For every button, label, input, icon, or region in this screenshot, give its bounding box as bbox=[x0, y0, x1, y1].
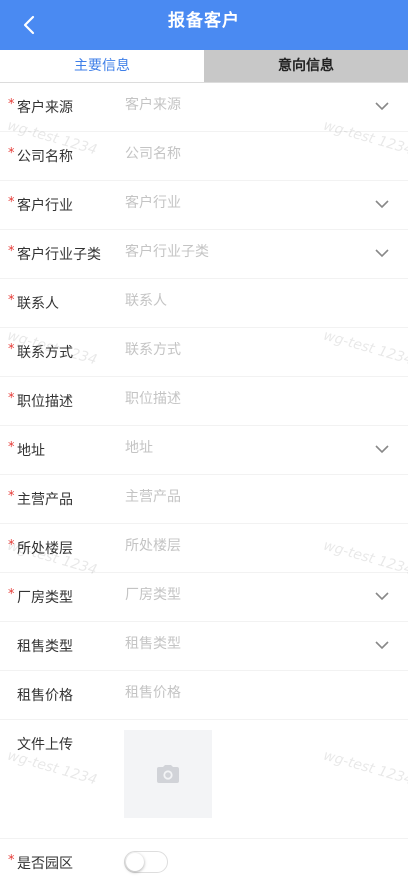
required-mark: * bbox=[8, 587, 15, 602]
floor-input[interactable] bbox=[125, 538, 355, 554]
main-products-input[interactable] bbox=[125, 489, 355, 505]
field-lease-price[interactable]: 租售价格 bbox=[0, 671, 408, 720]
lease-type-select[interactable] bbox=[125, 636, 355, 652]
field-company-name[interactable]: * 公司名称 bbox=[0, 132, 408, 181]
industry-subcategory-select[interactable] bbox=[125, 244, 355, 260]
field-customer-industry[interactable]: * 客户行业 bbox=[0, 181, 408, 230]
is-park-toggle[interactable] bbox=[124, 851, 168, 873]
required-mark: * bbox=[8, 538, 15, 553]
field-floor[interactable]: * 所处楼层 bbox=[0, 524, 408, 573]
chevron-down-icon bbox=[375, 249, 389, 258]
field-main-products[interactable]: * 主营产品 bbox=[0, 475, 408, 524]
field-is-park: * 是否园区 bbox=[0, 839, 408, 887]
contact-person-input[interactable] bbox=[125, 293, 355, 309]
required-mark: * bbox=[8, 195, 15, 210]
required-mark: * bbox=[8, 293, 15, 308]
field-address[interactable]: * 地址 bbox=[0, 426, 408, 475]
required-mark: * bbox=[8, 391, 15, 406]
required-mark: * bbox=[8, 489, 15, 504]
field-label: 厂房类型 bbox=[17, 590, 73, 606]
field-label: 客户来源 bbox=[17, 100, 73, 116]
field-customer-source[interactable]: * 客户来源 bbox=[0, 83, 408, 132]
file-upload-button[interactable] bbox=[124, 730, 212, 818]
tab-intent-info[interactable]: 意向信息 bbox=[204, 50, 408, 82]
field-label: 所处楼层 bbox=[17, 541, 73, 557]
field-label: 联系方式 bbox=[17, 345, 73, 361]
field-label: 主营产品 bbox=[17, 492, 73, 508]
field-label: 文件上传 bbox=[17, 737, 73, 753]
required-mark: * bbox=[8, 440, 15, 455]
plant-type-select[interactable] bbox=[125, 587, 355, 603]
field-lease-type[interactable]: 租售类型 bbox=[0, 622, 408, 671]
chevron-down-icon bbox=[375, 102, 389, 111]
chevron-down-icon bbox=[375, 445, 389, 454]
camera-icon bbox=[157, 765, 179, 783]
field-label: 客户行业 bbox=[17, 198, 73, 214]
page-title: 报备客户 bbox=[168, 11, 240, 31]
tab-main-info[interactable]: 主要信息 bbox=[0, 50, 204, 82]
lease-price-input[interactable] bbox=[125, 685, 355, 701]
required-mark: * bbox=[8, 244, 15, 259]
required-mark: * bbox=[8, 853, 15, 868]
field-label: 联系人 bbox=[17, 296, 59, 312]
field-industry-subcategory[interactable]: * 客户行业子类 bbox=[0, 230, 408, 279]
field-label: 是否园区 bbox=[17, 856, 73, 872]
field-plant-type[interactable]: * 厂房类型 bbox=[0, 573, 408, 622]
chevron-down-icon bbox=[375, 592, 389, 601]
customer-source-select[interactable] bbox=[125, 97, 355, 113]
field-contact-person[interactable]: * 联系人 bbox=[0, 279, 408, 328]
customer-industry-select[interactable] bbox=[125, 195, 355, 211]
tab-bar: 主要信息 意向信息 bbox=[0, 50, 408, 83]
customer-form: * 客户来源 * 公司名称 * 客户行业 * 客户行业子类 * 联系人 * 联系… bbox=[0, 83, 408, 887]
position-input[interactable] bbox=[125, 391, 355, 407]
contact-method-input[interactable] bbox=[125, 342, 355, 358]
field-contact-method[interactable]: * 联系方式 bbox=[0, 328, 408, 377]
required-mark: * bbox=[8, 97, 15, 112]
field-label: 租售类型 bbox=[17, 639, 73, 655]
field-label: 公司名称 bbox=[17, 149, 73, 165]
address-select[interactable] bbox=[125, 440, 355, 456]
field-label: 客户行业子类 bbox=[17, 247, 101, 263]
field-position[interactable]: * 职位描述 bbox=[0, 377, 408, 426]
toggle-knob bbox=[126, 853, 144, 871]
field-label: 地址 bbox=[17, 443, 45, 459]
field-label: 职位描述 bbox=[17, 394, 73, 410]
chevron-down-icon bbox=[375, 200, 389, 209]
chevron-down-icon bbox=[375, 641, 389, 650]
app-header: 报备客户 bbox=[0, 0, 408, 50]
field-file-upload: 文件上传 bbox=[0, 720, 408, 839]
required-mark: * bbox=[8, 146, 15, 161]
required-mark: * bbox=[8, 342, 15, 357]
field-label: 租售价格 bbox=[17, 688, 73, 704]
company-name-input[interactable] bbox=[125, 146, 355, 162]
